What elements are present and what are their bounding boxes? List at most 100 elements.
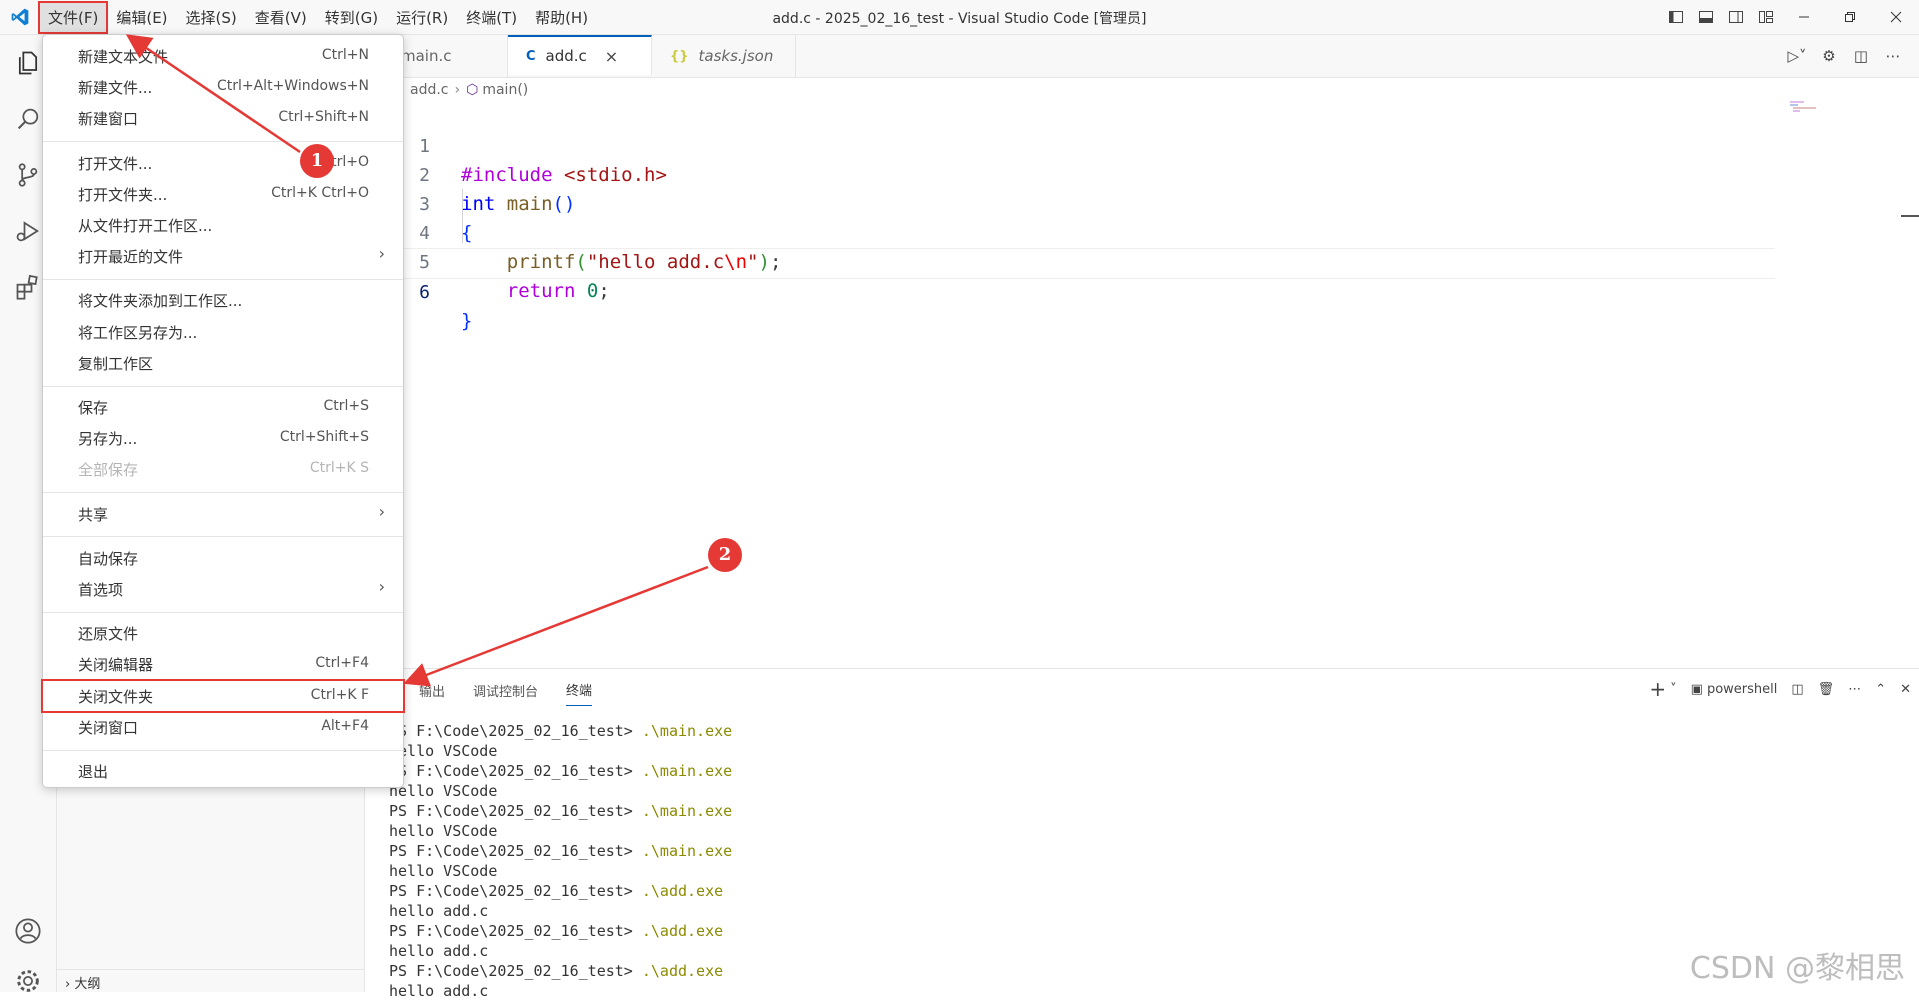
manage-gear-icon[interactable] bbox=[12, 965, 44, 997]
menu-item-label: 从文件打开工作区... bbox=[78, 217, 213, 235]
file-menu-item[interactable]: 关闭窗口 Alt+F4 bbox=[43, 712, 403, 742]
terminal-line: hello add.c bbox=[389, 941, 732, 961]
close-panel-icon[interactable]: ✕ bbox=[1900, 682, 1911, 697]
menu-item-label: 另存为... bbox=[78, 430, 138, 449]
toggle-secondary-sidebar-icon[interactable] bbox=[1721, 0, 1751, 34]
file-menu-item[interactable]: 共享 › bbox=[43, 499, 403, 529]
terminal-line: PS F:\Code\2025_02_16_test> .\main.exe bbox=[389, 721, 732, 741]
code-line: 4 printf("hello add.c\n"); bbox=[365, 190, 1795, 273]
toggle-primary-sidebar-icon[interactable] bbox=[1661, 0, 1691, 34]
file-menu-item[interactable]: 保存 Ctrl+S bbox=[43, 392, 403, 422]
file-menu-item[interactable]: 打开最近的文件 › bbox=[43, 241, 403, 271]
search-icon[interactable] bbox=[12, 103, 44, 135]
more-actions-icon[interactable]: ⋯ bbox=[1848, 682, 1861, 697]
code-text: } bbox=[461, 310, 473, 332]
editor-tabs: main.c C add.c × {} tasks.json ▷˅ ⚙ ◫ ⋯ bbox=[365, 35, 1919, 78]
file-menu-item[interactable]: 打开文件... Ctrl+O bbox=[43, 148, 403, 178]
toggle-panel-icon[interactable] bbox=[1691, 0, 1721, 34]
menu-item-shortcut: Ctrl+Shift+S bbox=[279, 429, 369, 446]
new-terminal-icon[interactable]: + bbox=[1649, 677, 1666, 701]
file-menu-item[interactable]: 还原文件 bbox=[43, 618, 403, 648]
menu-item-label: 关闭文件夹 bbox=[78, 687, 154, 706]
split-terminal-icon[interactable]: ◫ bbox=[1791, 682, 1803, 697]
minimize-button[interactable] bbox=[1781, 0, 1827, 34]
account-icon[interactable] bbox=[12, 915, 44, 947]
file-menu-item: 全部保存 Ctrl+K S bbox=[43, 454, 403, 484]
code-line: 2 int main() bbox=[365, 132, 1795, 215]
menu-item-label: 将工作区另存为... bbox=[78, 323, 198, 342]
settings-gear-icon[interactable]: ⚙ bbox=[1813, 47, 1845, 65]
menu-go[interactable]: 转到(G) bbox=[317, 3, 386, 32]
tab-output[interactable]: 输出 bbox=[419, 673, 445, 706]
outline-label: › 大纲 bbox=[65, 977, 101, 992]
run-file-icon[interactable]: ▷˅ bbox=[1781, 47, 1813, 65]
file-menu-item[interactable]: 退出 bbox=[43, 756, 403, 786]
menu-item-label: 新建窗口 bbox=[78, 110, 139, 129]
chevron-right-icon: › bbox=[378, 501, 385, 521]
tab-label: main.c bbox=[401, 47, 452, 65]
terminal-output[interactable]: PS F:\Code\2025_02_16_test> .\main.exe he… bbox=[389, 721, 732, 1001]
menu-bar: 文件(F) 编辑(E) 选择(S) 查看(V) 转到(G) 运行(R) 终端(T… bbox=[37, 0, 598, 34]
file-menu-item[interactable]: 新建文本文件 Ctrl+N bbox=[43, 41, 403, 71]
source-control-icon[interactable] bbox=[12, 159, 44, 191]
menu-item-shortcut: Ctrl+K F bbox=[310, 686, 369, 703]
tab-tasks-json[interactable]: {} tasks.json bbox=[652, 35, 796, 77]
file-menu-item[interactable]: 关闭编辑器 Ctrl+F4 bbox=[43, 649, 403, 679]
menu-item-label: 首选项 bbox=[78, 581, 124, 599]
file-menu-item[interactable]: 首选项 › bbox=[43, 574, 403, 604]
c-file-icon: C bbox=[526, 48, 536, 64]
file-menu-item[interactable]: 将文件夹添加到工作区... bbox=[43, 285, 403, 315]
outline-section[interactable]: › 大纲 bbox=[57, 969, 364, 992]
explorer-icon[interactable] bbox=[12, 47, 44, 79]
menu-terminal[interactable]: 终端(T) bbox=[458, 3, 525, 32]
breadcrumb-symbol[interactable]: main() bbox=[482, 82, 528, 98]
terminal-shell-label[interactable]: powershell bbox=[1707, 682, 1777, 697]
terminal-prompt: PS F:\Code\2025_02_16_test> bbox=[389, 802, 642, 820]
customize-layout-icon[interactable] bbox=[1751, 0, 1781, 34]
breadcrumb-file[interactable]: add.c bbox=[410, 82, 449, 98]
file-menu-item[interactable]: 复制工作区 bbox=[43, 348, 403, 378]
run-debug-icon[interactable] bbox=[12, 215, 44, 247]
menu-file[interactable]: 文件(F) bbox=[37, 0, 109, 34]
close-tab-icon[interactable]: × bbox=[605, 47, 618, 66]
menu-edit[interactable]: 编辑(E) bbox=[108, 3, 175, 32]
tab-terminal[interactable]: 终端 bbox=[566, 672, 593, 706]
menu-separator bbox=[43, 492, 403, 494]
file-menu-item[interactable]: 将工作区另存为... bbox=[43, 317, 403, 347]
terminal-line: PS F:\Code\2025_02_16_test> .\main.exe bbox=[389, 761, 732, 781]
vscode-logo-icon[interactable] bbox=[10, 7, 30, 27]
file-menu-item[interactable]: 新建文件... Ctrl+Alt+Windows+N bbox=[43, 72, 403, 102]
extensions-icon[interactable] bbox=[12, 271, 44, 303]
chevron-down-icon[interactable]: ˅ bbox=[1670, 682, 1677, 697]
menu-item-shortcut: Alt+F4 bbox=[321, 717, 369, 734]
tab-add-c[interactable]: C add.c × bbox=[508, 35, 652, 75]
menu-item-label: 共享 bbox=[78, 505, 109, 524]
tab-debug-console[interactable]: 调试控制台 bbox=[473, 673, 538, 706]
file-menu-item[interactable]: 关闭文件夹 Ctrl+K F bbox=[41, 678, 405, 713]
restore-button[interactable] bbox=[1827, 0, 1873, 34]
more-actions-icon[interactable]: ⋯ bbox=[1877, 47, 1909, 65]
cube-symbol-icon: ⬡ bbox=[466, 82, 479, 98]
maximize-panel-icon[interactable]: ⌃ bbox=[1875, 682, 1886, 697]
file-menu-item[interactable]: 打开文件夹... Ctrl+K Ctrl+O bbox=[43, 179, 403, 209]
menu-view[interactable]: 查看(V) bbox=[247, 3, 315, 32]
menu-item-shortcut: Ctrl+F4 bbox=[315, 655, 369, 672]
menu-separator bbox=[43, 141, 403, 143]
trash-icon[interactable]: 🗑 bbox=[1818, 682, 1835, 697]
file-menu-item[interactable]: 另存为... Ctrl+Shift+S bbox=[43, 423, 403, 453]
menu-item-label: 打开最近的文件 bbox=[78, 248, 184, 267]
file-menu-item[interactable]: 新建窗口 Ctrl+Shift+N bbox=[43, 103, 403, 133]
code-editor[interactable]: 1 #include <stdio.h> 2 int main() 3 { 4 … bbox=[365, 103, 1795, 332]
terminal-prompt: PS F:\Code\2025_02_16_test> bbox=[389, 962, 642, 980]
menu-help[interactable]: 帮助(H) bbox=[527, 3, 596, 32]
split-editor-icon[interactable]: ◫ bbox=[1845, 47, 1877, 65]
file-menu-item[interactable]: 自动保存 bbox=[43, 543, 403, 573]
close-window-button[interactable] bbox=[1873, 0, 1919, 34]
menu-item-label: 关闭编辑器 bbox=[78, 656, 154, 675]
menu-selection[interactable]: 选择(S) bbox=[178, 3, 245, 32]
bottom-panel: 问题 输出 调试控制台 终端 + ˅ ▣ powershell ◫ 🗑 ⋯ ⌃ … bbox=[365, 668, 1919, 1000]
menu-item-label: 将文件夹添加到工作区... bbox=[78, 292, 243, 311]
minimap[interactable] bbox=[1790, 100, 1820, 112]
menu-run[interactable]: 运行(R) bbox=[388, 3, 456, 32]
file-menu-item[interactable]: 从文件打开工作区... bbox=[43, 210, 403, 240]
